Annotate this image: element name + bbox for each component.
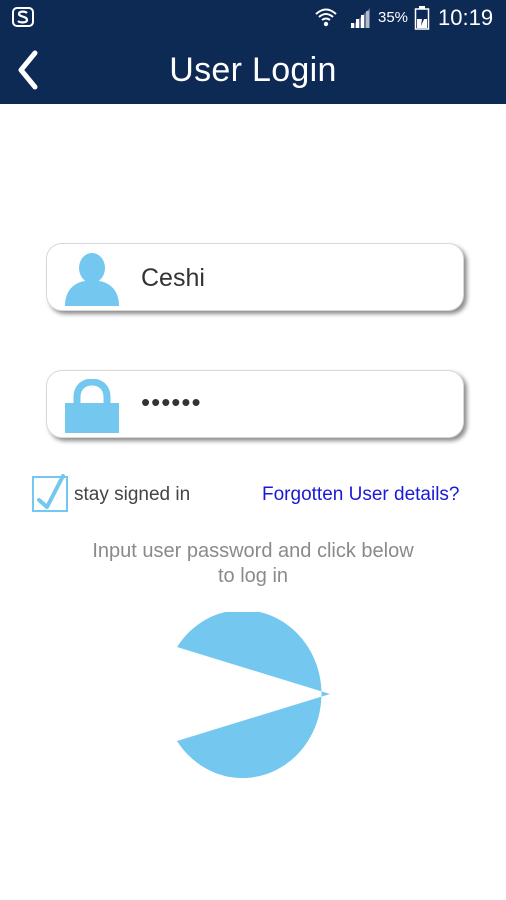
password-input[interactable]: ••••••	[141, 387, 441, 418]
password-field[interactable]: ••••••	[46, 370, 464, 438]
checkmark-icon	[37, 474, 65, 509]
login-button[interactable]	[175, 612, 333, 780]
wifi-icon	[315, 8, 337, 27]
forgotten-user-details-link[interactable]: Forgotten User details?	[262, 484, 460, 506]
lock-icon	[65, 379, 119, 433]
battery-percent: 35%	[378, 9, 409, 26]
page-title: User Login	[169, 51, 337, 89]
battery-icon	[414, 6, 430, 30]
pacman-login-icon	[177, 612, 330, 778]
app-header: User Login	[0, 34, 506, 104]
stay-signed-in-label[interactable]: stay signed in	[74, 484, 190, 506]
user-icon	[65, 253, 119, 306]
username-input[interactable]	[141, 264, 441, 293]
username-field[interactable]	[46, 243, 464, 311]
s-app-icon	[12, 7, 34, 27]
signal-icon	[350, 8, 370, 28]
stay-signed-in-checkbox[interactable]	[32, 474, 68, 512]
status-bar: 35% 10:19	[0, 0, 506, 34]
login-hint: Input user password and click below to l…	[92, 540, 414, 587]
status-time: 10:19	[438, 5, 494, 30]
